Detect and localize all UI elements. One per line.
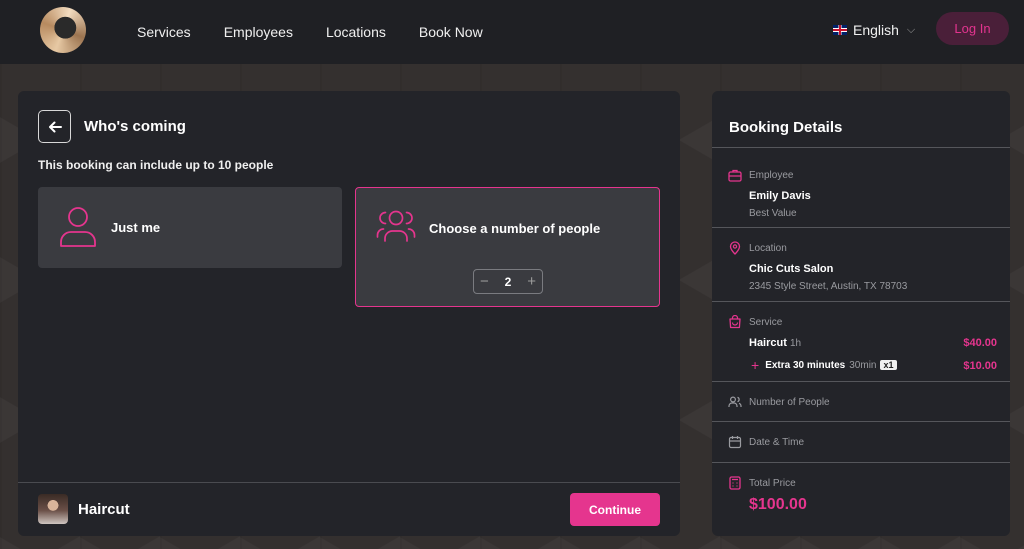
service-section-heading: Service bbox=[728, 315, 782, 329]
people-icon bbox=[728, 396, 742, 407]
nav-services[interactable]: Services bbox=[137, 24, 191, 40]
top-navigation-bar: Services Employees Locations Book Now En… bbox=[0, 0, 1024, 64]
service-duration: 1h bbox=[789, 338, 802, 349]
map-pin-icon bbox=[729, 241, 741, 255]
continue-button[interactable]: Continue bbox=[570, 493, 660, 526]
employee-section-heading: Employee bbox=[728, 168, 793, 182]
option-group[interactable]: Choose a number of people − 2 + bbox=[355, 187, 660, 307]
footer-service-name: Haircut bbox=[78, 501, 130, 518]
people-count-value: 2 bbox=[504, 274, 512, 289]
location-section-heading: Location bbox=[728, 241, 787, 255]
datetime-section-heading: Date & Time bbox=[728, 435, 804, 449]
people-stepper: − 2 + bbox=[473, 269, 543, 294]
people-section-heading: Number of People bbox=[728, 395, 830, 409]
service-line: Haircut 1h bbox=[749, 337, 801, 349]
extra-quantity-badge: x1 bbox=[880, 360, 897, 370]
details-title: Booking Details bbox=[729, 119, 843, 136]
details-divider bbox=[712, 462, 1010, 463]
logo-icon[interactable] bbox=[40, 7, 86, 53]
arrow-left-icon bbox=[48, 121, 62, 132]
details-divider bbox=[712, 421, 1010, 422]
service-heading-text: Service bbox=[749, 316, 783, 328]
main-nav: Services Employees Locations Book Now bbox=[137, 0, 516, 64]
extra-duration: 30min bbox=[849, 359, 877, 371]
user-icon bbox=[60, 207, 96, 247]
employee-name: Emily Davis bbox=[749, 190, 811, 202]
nav-locations[interactable]: Locations bbox=[326, 24, 386, 40]
extra-line: + Extra 30 minutes 30min x1 bbox=[751, 357, 897, 373]
capacity-note: This booking can include up to 10 people bbox=[38, 158, 274, 172]
location-heading-text: Location bbox=[749, 242, 787, 254]
datetime-heading-text: Date & Time bbox=[749, 436, 805, 448]
employee-heading-text: Employee bbox=[749, 169, 794, 181]
language-label: English bbox=[853, 22, 899, 38]
total-price-value: $100.00 bbox=[749, 496, 807, 513]
plus-icon: + bbox=[751, 357, 760, 373]
option-just-me-label: Just me bbox=[111, 220, 161, 235]
nav-employees[interactable]: Employees bbox=[224, 24, 293, 40]
calculator-icon bbox=[729, 476, 741, 490]
language-selector[interactable]: English ⌵ bbox=[833, 20, 915, 40]
chevron-down-icon: ⌵ bbox=[906, 23, 916, 36]
location-name: Chic Cuts Salon bbox=[749, 263, 834, 275]
booking-step-card: Who's coming This booking can include up… bbox=[18, 91, 680, 536]
service-name: Haircut bbox=[749, 337, 787, 349]
briefcase-icon bbox=[728, 169, 742, 182]
booking-details-panel: Booking Details Employee Emily Davis Bes… bbox=[712, 91, 1010, 536]
flag-uk-icon bbox=[833, 25, 847, 35]
service-thumbnail bbox=[38, 494, 68, 524]
footer-divider bbox=[18, 482, 680, 483]
login-button[interactable]: Log In bbox=[936, 12, 1009, 45]
option-just-me[interactable]: Just me bbox=[38, 187, 342, 268]
details-divider bbox=[712, 381, 1010, 382]
nav-book-now[interactable]: Book Now bbox=[419, 24, 483, 40]
employee-note: Best Value bbox=[749, 208, 797, 219]
extra-name: Extra 30 minutes bbox=[765, 359, 846, 371]
details-divider bbox=[712, 227, 1010, 228]
minus-icon[interactable]: − bbox=[480, 274, 489, 289]
page-title: Who's coming bbox=[84, 118, 186, 135]
shopping-bag-icon bbox=[729, 315, 741, 329]
total-heading-text: Total Price bbox=[749, 477, 796, 489]
plus-icon[interactable]: + bbox=[527, 274, 536, 289]
calendar-icon bbox=[728, 436, 742, 449]
back-button[interactable] bbox=[38, 110, 71, 143]
location-address: 2345 Style Street, Austin, TX 78703 bbox=[749, 281, 908, 292]
total-section-heading: Total Price bbox=[728, 476, 796, 490]
details-divider bbox=[712, 147, 1010, 148]
users-icon bbox=[376, 210, 416, 242]
service-price: $40.00 bbox=[963, 337, 997, 349]
details-divider bbox=[712, 301, 1010, 302]
people-heading-text: Number of People bbox=[749, 396, 830, 408]
option-group-label: Choose a number of people bbox=[429, 221, 601, 236]
extra-price: $10.00 bbox=[963, 360, 997, 372]
